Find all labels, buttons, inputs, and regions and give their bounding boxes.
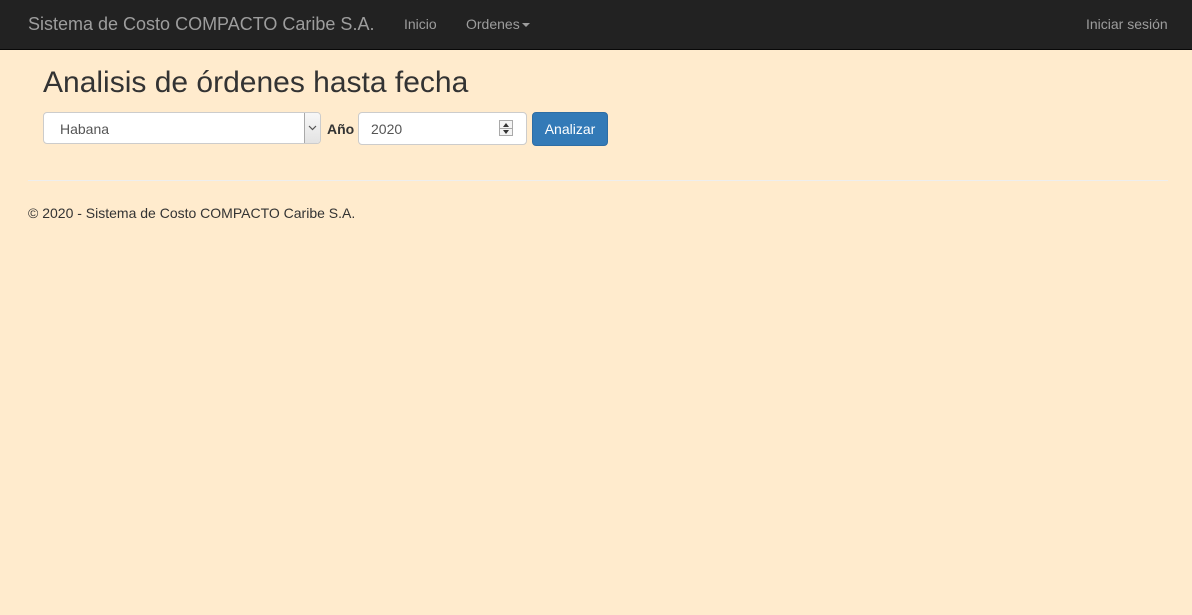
analyze-button[interactable]: Analizar: [532, 112, 608, 146]
spin-down-button[interactable]: [500, 128, 512, 135]
brand-link[interactable]: Sistema de Costo COMPACTO Caribe S.A.: [28, 14, 374, 35]
page-title: Analisis de órdenes hasta fecha: [43, 66, 469, 99]
top-navbar: Sistema de Costo COMPACTO Caribe S.A. In…: [0, 0, 1192, 50]
chevron-down-icon: [308, 125, 317, 131]
year-input[interactable]: 2020: [358, 112, 527, 145]
footer-copyright: © 2020 - Sistema de Costo COMPACTO Carib…: [28, 205, 356, 221]
province-select[interactable]: Habana: [43, 112, 321, 144]
caret-down-icon: [521, 23, 530, 28]
triangle-up-icon: [503, 123, 509, 127]
footer-divider: [28, 180, 1168, 181]
login-link[interactable]: Iniciar sesión: [1086, 16, 1168, 32]
year-label: Año: [327, 121, 355, 137]
province-select-value: Habana: [60, 121, 110, 137]
nav-dropdown-ordenes-label: Ordenes: [466, 16, 520, 32]
nav-dropdown-ordenes[interactable]: Ordenes: [466, 16, 530, 32]
year-input-value: 2020: [371, 121, 403, 137]
triangle-down-icon: [503, 130, 509, 134]
nav-link-inicio[interactable]: Inicio: [404, 16, 437, 32]
select-dropdown-button[interactable]: [304, 113, 320, 143]
year-spinner: [499, 120, 513, 136]
